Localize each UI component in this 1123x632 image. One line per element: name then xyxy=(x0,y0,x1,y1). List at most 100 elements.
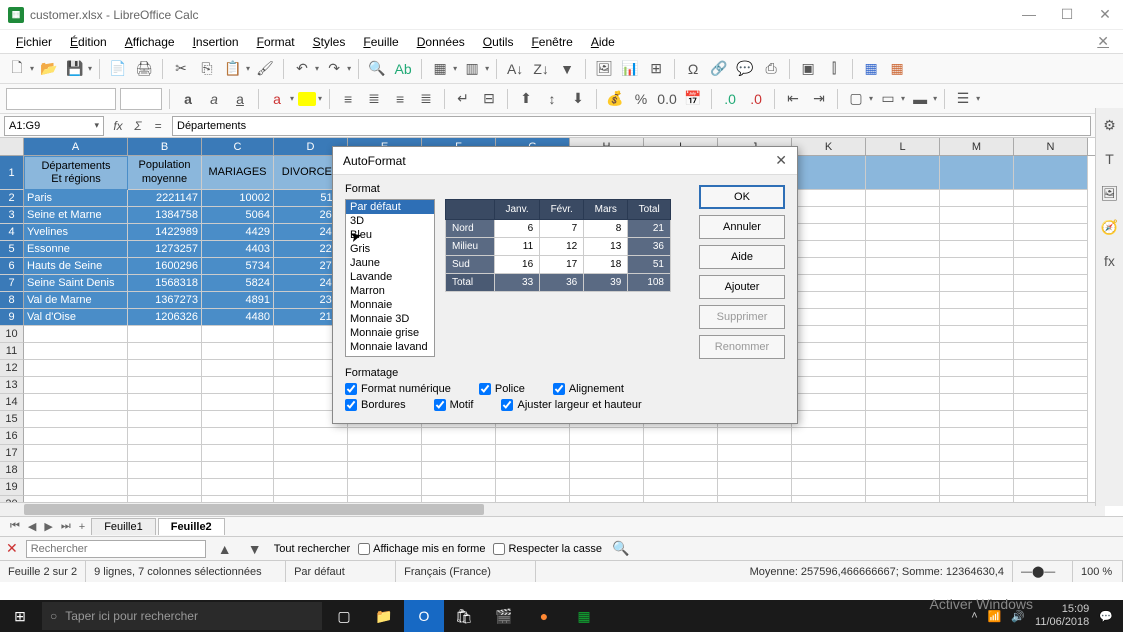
cell-C19[interactable] xyxy=(202,479,274,496)
find-prev-icon[interactable]: ▲ xyxy=(214,538,236,560)
print-icon[interactable]: 🖨 xyxy=(133,58,155,80)
cell-L4[interactable] xyxy=(866,224,940,241)
cell-K12[interactable] xyxy=(792,360,866,377)
cell-N15[interactable] xyxy=(1014,411,1088,428)
cell-A10[interactable] xyxy=(24,326,128,343)
decrease-indent-icon[interactable]: ⇤ xyxy=(782,88,804,110)
find-icon[interactable]: 🔍 xyxy=(366,58,388,80)
cell-L3[interactable] xyxy=(866,207,940,224)
border-style-icon[interactable]: ▭ xyxy=(877,88,899,110)
format-listbox[interactable]: Par défaut3DBleuGrisJauneLavandeMarronMo… xyxy=(345,199,435,357)
font-color-icon[interactable]: a xyxy=(266,88,288,110)
cell-N5[interactable] xyxy=(1014,241,1088,258)
row-header-8[interactable]: 8 xyxy=(0,292,24,309)
cond-format-icon[interactable]: ☰ xyxy=(952,88,974,110)
row-header-15[interactable]: 15 xyxy=(0,411,24,428)
bold-icon[interactable]: a xyxy=(177,88,199,110)
date-icon[interactable]: 📅 xyxy=(682,88,704,110)
format-item-1[interactable]: 3D xyxy=(346,214,434,228)
maximize-button[interactable]: ☐ xyxy=(1057,6,1077,23)
wrap-icon[interactable]: ↵ xyxy=(452,88,474,110)
cell-B16[interactable] xyxy=(128,428,202,445)
status-zoom-slider[interactable]: —⬤— xyxy=(1013,561,1073,582)
task-view-icon[interactable]: ▢ xyxy=(324,600,364,632)
align-justify-icon[interactable]: ≣ xyxy=(415,88,437,110)
redo-icon[interactable]: ↷ xyxy=(323,58,345,80)
row-header-17[interactable]: 17 xyxy=(0,445,24,462)
cell-L16[interactable] xyxy=(866,428,940,445)
sheet-prev-icon[interactable]: ◀ xyxy=(24,520,40,533)
cell-C8[interactable]: 4891 xyxy=(202,292,274,309)
cell-L13[interactable] xyxy=(866,377,940,394)
explorer-icon[interactable]: 📁 xyxy=(364,600,404,632)
start-button[interactable]: ⊞ xyxy=(0,600,40,632)
cell-C5[interactable]: 4403 xyxy=(202,241,274,258)
header-footer-icon[interactable]: ⎙ xyxy=(760,58,782,80)
cell-K3[interactable] xyxy=(792,207,866,224)
format-item-9[interactable]: Monnaie grise xyxy=(346,326,434,340)
cell-C18[interactable] xyxy=(202,462,274,479)
cell-A9[interactable]: Val d'Oise xyxy=(24,309,128,326)
special-char-icon[interactable]: Ω xyxy=(682,58,704,80)
row-header-16[interactable]: 16 xyxy=(0,428,24,445)
cell-M9[interactable] xyxy=(940,309,1014,326)
save-icon[interactable]: 💾 xyxy=(64,58,86,80)
align-center-icon[interactable]: ≣ xyxy=(363,88,385,110)
clone-format-icon[interactable]: 🖌 xyxy=(254,58,276,80)
cell-A4[interactable]: Yvelines xyxy=(24,224,128,241)
find-all-button[interactable]: Tout rechercher xyxy=(274,543,350,555)
cell-M3[interactable] xyxy=(940,207,1014,224)
cell-A2[interactable]: Paris xyxy=(24,190,128,207)
cell-C14[interactable] xyxy=(202,394,274,411)
format-item-2[interactable]: Bleu xyxy=(346,228,434,242)
cell-K18[interactable] xyxy=(792,462,866,479)
cell-C2[interactable]: 10002 xyxy=(202,190,274,207)
cell-N13[interactable] xyxy=(1014,377,1088,394)
cell-G16[interactable] xyxy=(496,428,570,445)
cell-K14[interactable] xyxy=(792,394,866,411)
cell-N3[interactable] xyxy=(1014,207,1088,224)
check-pattern[interactable]: Motif xyxy=(434,399,474,411)
firefox-icon[interactable]: ● xyxy=(524,600,564,632)
findbar-close-icon[interactable]: ✕ xyxy=(6,540,18,557)
cell-I17[interactable] xyxy=(644,445,718,462)
valign-bot-icon[interactable]: ⬇ xyxy=(567,88,589,110)
cell-C1[interactable]: MARIAGES xyxy=(202,156,274,190)
sheet-first-icon[interactable]: ⏮ xyxy=(6,520,24,533)
menu-aide[interactable]: Aide xyxy=(583,32,623,52)
col-header-C[interactable]: C xyxy=(202,138,274,155)
cell-B14[interactable] xyxy=(128,394,202,411)
italic-icon[interactable]: a xyxy=(203,88,225,110)
find-next-icon[interactable]: ▼ xyxy=(244,538,266,560)
formula-input[interactable]: Départements xyxy=(172,116,1091,136)
cell-N17[interactable] xyxy=(1014,445,1088,462)
cell-B19[interactable] xyxy=(128,479,202,496)
row-header-18[interactable]: 18 xyxy=(0,462,24,479)
cell-H19[interactable] xyxy=(570,479,644,496)
cell-F19[interactable] xyxy=(422,479,496,496)
col-header-B[interactable]: B xyxy=(128,138,202,155)
cell-E17[interactable] xyxy=(348,445,422,462)
video-icon[interactable]: 🎬 xyxy=(484,600,524,632)
cell-A15[interactable] xyxy=(24,411,128,428)
autofilter-icon[interactable]: ▼ xyxy=(556,58,578,80)
merge-icon[interactable]: ⊟ xyxy=(478,88,500,110)
menu-affichage[interactable]: Affichage xyxy=(117,32,183,52)
col-header-A[interactable]: A xyxy=(24,138,128,155)
cell-L9[interactable] xyxy=(866,309,940,326)
col-header-K[interactable]: K xyxy=(792,138,866,155)
row-header-10[interactable]: 10 xyxy=(0,326,24,343)
cut-icon[interactable]: ✂ xyxy=(170,58,192,80)
cell-N18[interactable] xyxy=(1014,462,1088,479)
format-item-8[interactable]: Monnaie 3D xyxy=(346,312,434,326)
cell-N19[interactable] xyxy=(1014,479,1088,496)
row-header-14[interactable]: 14 xyxy=(0,394,24,411)
freeze-icon[interactable]: ▣ xyxy=(797,58,819,80)
help-button[interactable]: Aide xyxy=(699,245,785,269)
name-box[interactable]: A1:G9▾ xyxy=(4,116,104,136)
menu-format[interactable]: Format xyxy=(249,32,303,52)
rename-button[interactable]: Renommer xyxy=(699,335,785,359)
close-document-button[interactable]: ✕ xyxy=(1091,33,1115,50)
cell-N7[interactable] xyxy=(1014,275,1088,292)
split-icon[interactable]: ⫿ xyxy=(823,58,845,80)
